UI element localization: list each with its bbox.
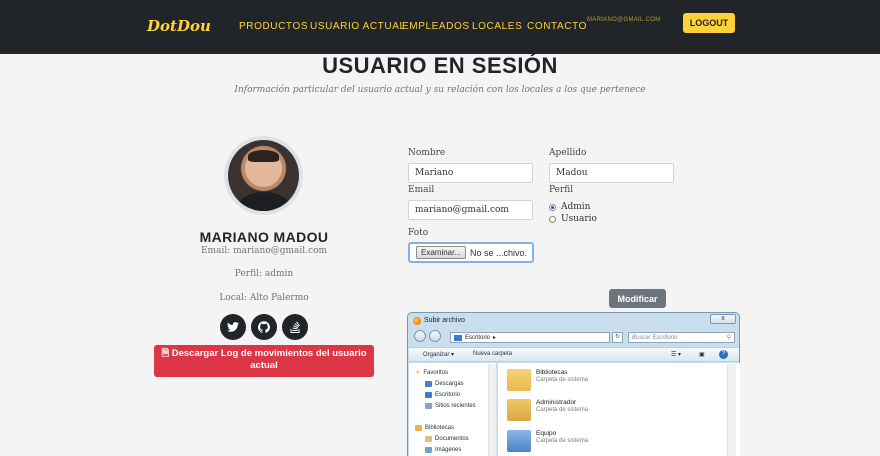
nav-link-empleados[interactable]: EMPLEADOS (402, 21, 470, 32)
forward-button[interactable] (429, 330, 441, 342)
tree-item-imagenes[interactable]: Imágenes (425, 447, 461, 453)
libraries-icon (507, 369, 531, 391)
profile-email: Email: mariano@gmail.com (200, 246, 328, 256)
file-status: No se ...chivo. (470, 247, 528, 258)
github-icon (258, 321, 270, 333)
pictures-icon (425, 447, 432, 453)
logout-button[interactable]: LOGOUT (683, 13, 735, 33)
nav-link-contacto[interactable]: CONTACTO (527, 21, 587, 32)
tree-scrollbar[interactable] (488, 364, 496, 456)
avatar (224, 136, 303, 215)
nav-link-productos[interactable]: PRODUCTOS (239, 21, 308, 32)
dialog-close-button[interactable]: x (710, 314, 736, 324)
recent-places-icon (425, 403, 432, 409)
file-item-name: Bibliotecas (536, 369, 568, 376)
download-log-label: Descargar Log de movimientos del usuario… (171, 348, 367, 371)
help-icon[interactable]: ? (719, 350, 728, 359)
address-path: Escritorio (465, 334, 491, 341)
nav-user-email: MARIANO@GMAIL.COM (587, 17, 661, 23)
star-icon: ★ (415, 370, 421, 376)
perfil-option-admin[interactable]: Admin (549, 202, 590, 212)
file-item-type: Carpeta de sistema (536, 438, 589, 444)
computer-icon (507, 430, 531, 452)
perfil-option-usuario[interactable]: Usuario (549, 214, 597, 224)
dialog-title: Subir archivo (424, 317, 465, 324)
file-item-name: Administrador (536, 399, 577, 406)
desktop-icon (425, 392, 432, 398)
foto-label: Foto (408, 228, 429, 238)
foto-file-input[interactable]: Examinar... No se ...chivo. (408, 242, 534, 263)
radio-usuario[interactable] (549, 215, 556, 223)
navigation-tree: ★ Favoritos Descargas Escritorio Sitios … (409, 363, 497, 456)
file-item-administrador[interactable]: Administrador Carpeta de sistema (507, 399, 588, 421)
dialog-toolbar: Organizar ▾ Nueva carpeta ☰ ▾ ▣ ? (409, 347, 739, 362)
modificar-button[interactable]: Modificar (609, 289, 666, 308)
tree-item-sitios-recientes[interactable]: Sitios recientes (425, 403, 476, 409)
new-folder-button[interactable]: Nueva carpeta (473, 351, 512, 357)
tree-item-descargas[interactable]: Descargas (425, 381, 464, 387)
firefox-icon (413, 317, 421, 325)
twitter-icon (227, 322, 239, 332)
refresh-button[interactable]: ↻ (612, 332, 623, 343)
perfil-label: Perfil (549, 185, 574, 195)
github-button[interactable] (251, 314, 277, 340)
user-folder-icon (507, 399, 531, 421)
stack-overflow-button[interactable] (282, 314, 308, 340)
back-button[interactable] (414, 330, 426, 342)
radio-admin-label: Admin (561, 202, 591, 212)
file-item-type: Carpeta de sistema (536, 407, 589, 413)
nombre-field[interactable]: Mariano (408, 163, 533, 183)
apellido-field[interactable]: Madou (549, 163, 674, 183)
page-subtitle: Información particular del usuario actua… (234, 85, 646, 95)
nombre-label: Nombre (408, 148, 446, 158)
tree-item-escritorio[interactable]: Escritorio (425, 392, 460, 398)
tree-item-bibliotecas[interactable]: Bibliotecas (415, 425, 454, 431)
address-bar[interactable]: Escritorio ▸ (450, 332, 610, 343)
downloads-icon (425, 381, 432, 387)
page-title: USUARIO EN SESIÓN (322, 53, 558, 78)
brand-logo[interactable]: DotDou (147, 17, 211, 35)
documents-icon (425, 436, 432, 442)
stack-overflow-icon (290, 321, 300, 333)
radio-admin[interactable] (549, 203, 556, 211)
browse-button[interactable]: Examinar... (416, 246, 467, 259)
search-placeholder: Buscar Escritorio (632, 334, 678, 341)
search-input[interactable]: Buscar Escritorio ⚲ (628, 332, 735, 343)
chevron-right-icon: ▸ (493, 335, 497, 341)
file-item-type: Carpeta de sistema (536, 377, 589, 383)
tree-item-favoritos[interactable]: ★ Favoritos (415, 369, 448, 377)
download-log-button[interactable]: 🗎 Descargar Log de movimientos del usuar… (154, 345, 374, 377)
file-item-equipo[interactable]: Equipo Carpeta de sistema (507, 430, 588, 452)
libraries-icon (415, 425, 422, 431)
file-item-name: Equipo (536, 430, 557, 437)
view-options-icon[interactable]: ☰ ▾ (671, 351, 681, 358)
avatar-photo (228, 140, 299, 211)
file-dialog: Subir archivo x Escritorio ▸ ↻ Buscar Es… (407, 312, 740, 456)
file-item-bibliotecas[interactable]: Bibliotecas Carpeta de sistema (507, 369, 588, 391)
search-icon: ⚲ (726, 335, 731, 341)
navbar: DotDou PRODUCTOS USUARIO ACTUAL EMPLEADO… (0, 0, 880, 54)
email-label: Email (408, 185, 435, 195)
radio-usuario-label: Usuario (561, 214, 597, 224)
apellido-label: Apellido (549, 148, 587, 158)
file-pdf-icon: 🗎 (161, 348, 170, 359)
file-list-scrollbar[interactable] (727, 364, 736, 456)
profile-local: Local: Alto Palermo (219, 293, 309, 303)
tree-item-documentos[interactable]: Documentos (425, 436, 469, 442)
preview-pane-icon[interactable]: ▣ (699, 351, 705, 358)
desktop-icon (454, 334, 462, 341)
email-field[interactable]: mariano@gmail.com (408, 200, 533, 220)
profile-name: MARIANO MADOU (199, 229, 329, 245)
nav-link-usuario-actual[interactable]: USUARIO ACTUAL (310, 21, 406, 32)
nav-link-locales[interactable]: LOCALES (472, 21, 522, 32)
organize-menu[interactable]: Organizar ▾ (423, 351, 454, 358)
twitter-button[interactable] (220, 314, 246, 340)
profile-perfil: Perfil: admin (234, 269, 294, 279)
